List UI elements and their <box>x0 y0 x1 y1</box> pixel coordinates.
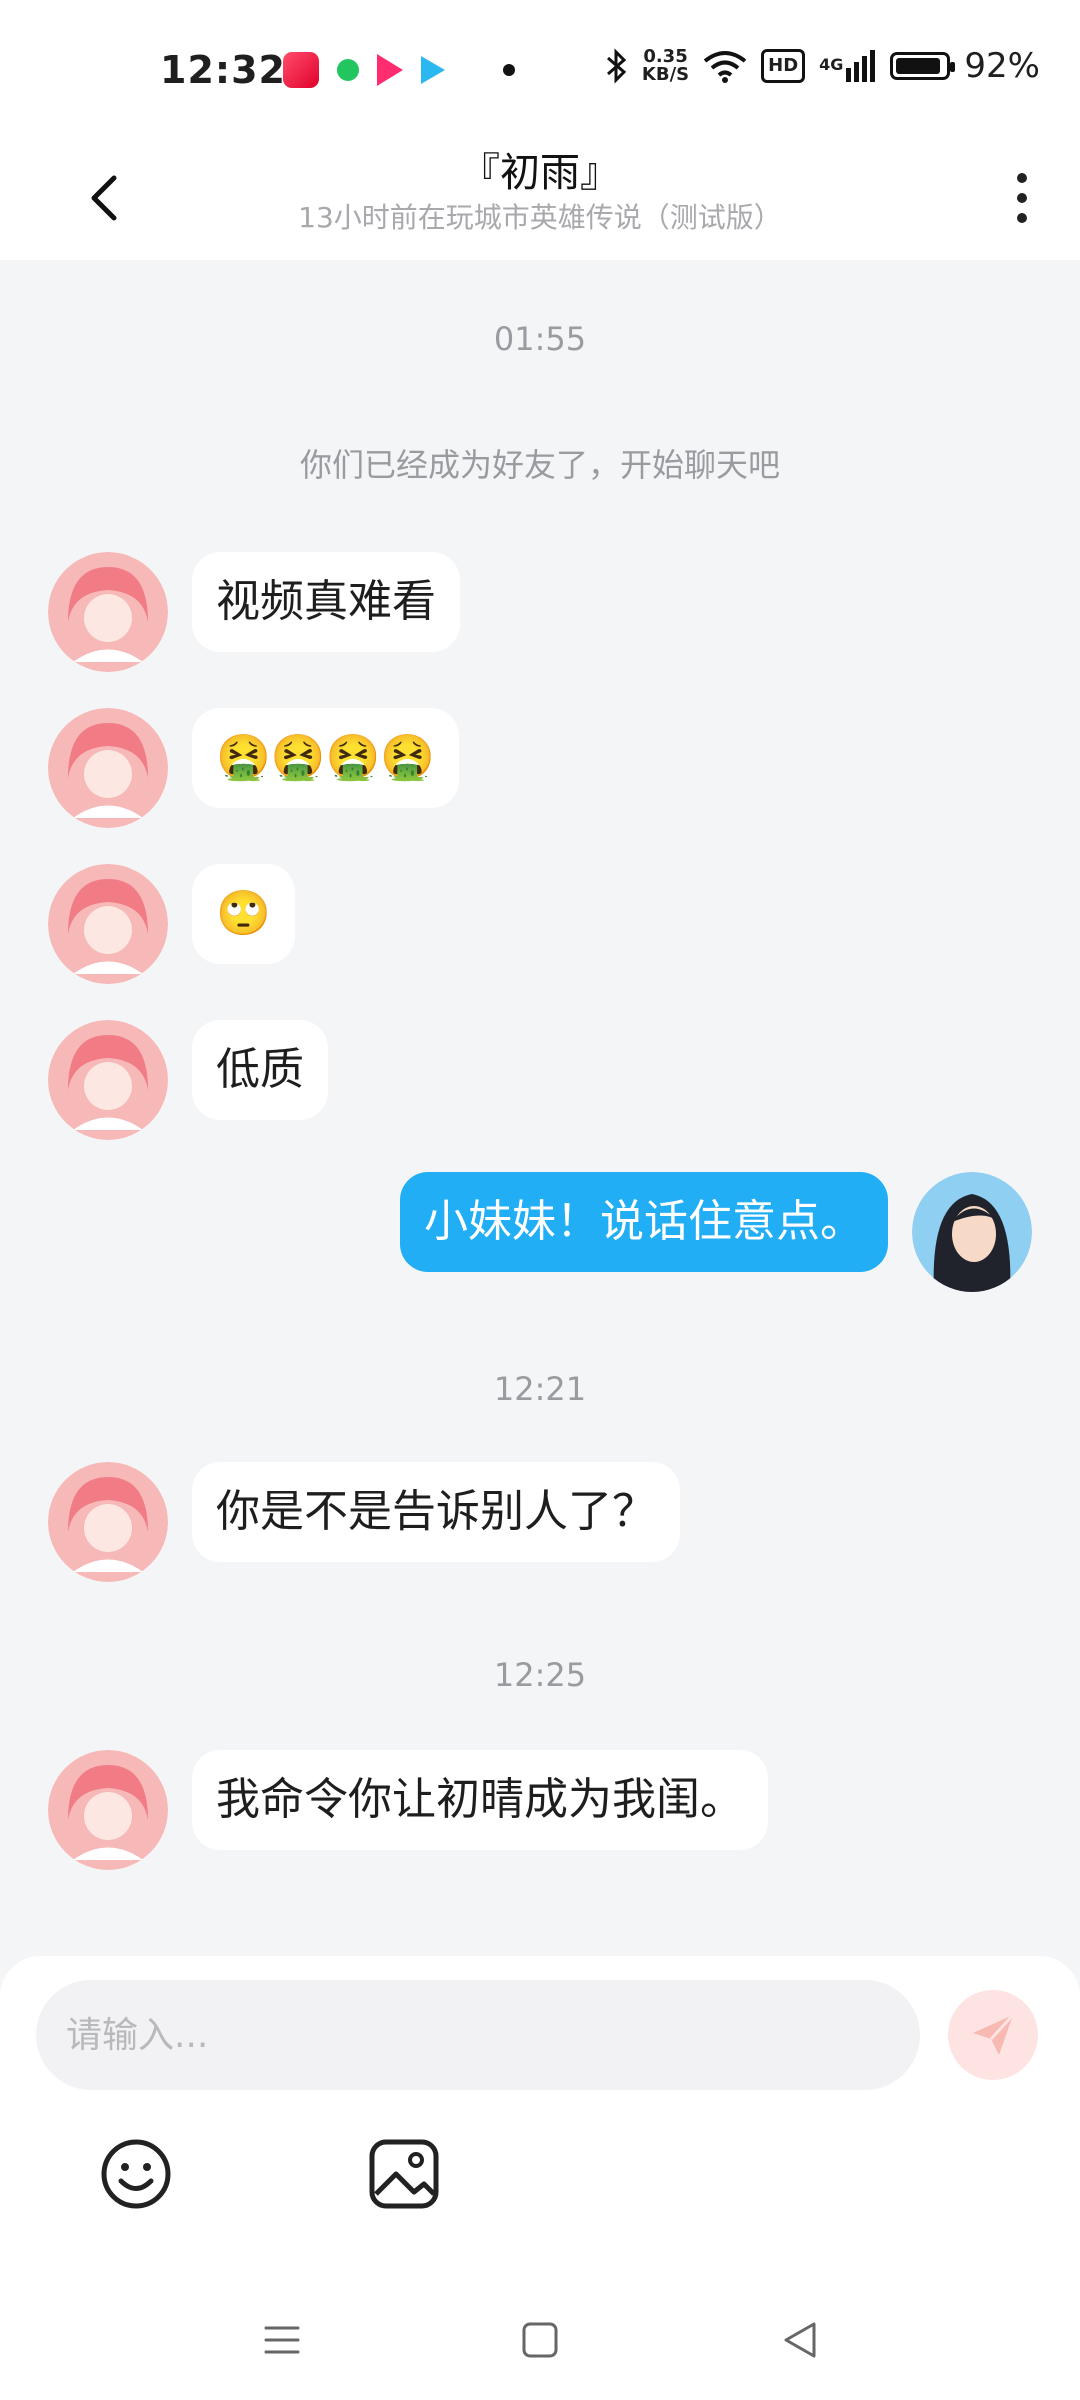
chat-title: 『初雨』 <box>460 150 620 196</box>
wifi-icon <box>703 51 747 83</box>
send-button[interactable] <box>948 1990 1038 2080</box>
friend-avatar[interactable] <box>48 552 168 672</box>
video-app-icon <box>377 54 403 86</box>
image-button[interactable] <box>364 2134 444 2214</box>
timestamp: 12:21 <box>493 1370 587 1408</box>
smiley-icon <box>101 2139 171 2209</box>
network-speed: 0.35 KB/S <box>642 48 689 84</box>
cell-signal: 4G <box>819 50 876 82</box>
square-home-icon <box>522 2322 558 2358</box>
system-message: 你们已经成为好友了，开始聊天吧 <box>299 446 780 484</box>
status-time: 12:32 <box>160 48 286 92</box>
friend-message-bubble[interactable]: 🙄 <box>192 864 295 964</box>
emoji-button[interactable] <box>96 2134 176 2214</box>
triangle-back-icon <box>784 2322 816 2358</box>
chat-header: 『初雨』 13小时前在玩城市英雄传说（测试版） <box>0 140 1080 260</box>
play-app-icon <box>421 56 445 84</box>
nav-back-button[interactable] <box>770 2310 830 2370</box>
chat-subtitle: 13小时前在玩城市英雄传说（测试版） <box>298 201 782 234</box>
message-input[interactable] <box>36 1980 920 2090</box>
more-button[interactable] <box>992 158 1052 238</box>
shopping-app-icon <box>283 52 319 88</box>
friend-message-bubble[interactable]: 视频真难看 <box>192 552 460 652</box>
dot-icon <box>503 64 515 76</box>
menu-icon <box>264 2326 300 2354</box>
battery-icon <box>890 52 956 80</box>
network-type: 4G <box>819 55 844 74</box>
friend-avatar[interactable] <box>48 708 168 828</box>
friend-avatar[interactable] <box>48 1462 168 1582</box>
message-list[interactable]: 01:55 你们已经成为好友了，开始聊天吧 视频真难看 🤮🤮🤮🤮 🙄 低质 小妹… <box>0 260 1080 1960</box>
friend-message-bubble[interactable]: 我命令你让初晴成为我闺。 <box>192 1750 768 1850</box>
friend-message-bubble[interactable]: 你是不是告诉别人了？ <box>192 1462 680 1562</box>
hd-badge: HD <box>761 49 806 83</box>
friend-avatar[interactable] <box>48 1750 168 1870</box>
nav-home-button[interactable] <box>510 2310 570 2370</box>
friend-avatar[interactable] <box>48 1020 168 1140</box>
my-avatar[interactable] <box>912 1172 1032 1292</box>
message-app-icon <box>337 59 359 81</box>
timestamp: 01:55 <box>493 320 587 358</box>
timestamp: 12:25 <box>493 1656 587 1694</box>
status-bar: 12:32 0.35 KB/S HD 4G 92% <box>0 0 1080 140</box>
network-speed-unit: KB/S <box>641 64 690 85</box>
my-message-bubble[interactable]: 小妹妹！说话住意点。 <box>400 1172 888 1272</box>
friend-avatar[interactable] <box>48 864 168 984</box>
more-vertical-icon <box>1017 173 1027 183</box>
signal-bars-icon <box>846 50 876 82</box>
paper-plane-icon <box>973 2013 1015 2055</box>
battery-level <box>896 58 941 74</box>
bluetooth-icon <box>606 48 627 84</box>
notification-icons <box>283 52 515 88</box>
image-icon <box>369 2139 439 2209</box>
friend-message-bubble[interactable]: 🤮🤮🤮🤮 <box>192 708 460 808</box>
nav-menu-button[interactable] <box>252 2310 312 2370</box>
battery-percent: 92% <box>964 46 1040 86</box>
friend-message-bubble[interactable]: 低质 <box>192 1020 328 1120</box>
system-nav-bar <box>0 2290 1080 2400</box>
status-indicators: 0.35 KB/S HD 4G 92% <box>604 46 1040 86</box>
